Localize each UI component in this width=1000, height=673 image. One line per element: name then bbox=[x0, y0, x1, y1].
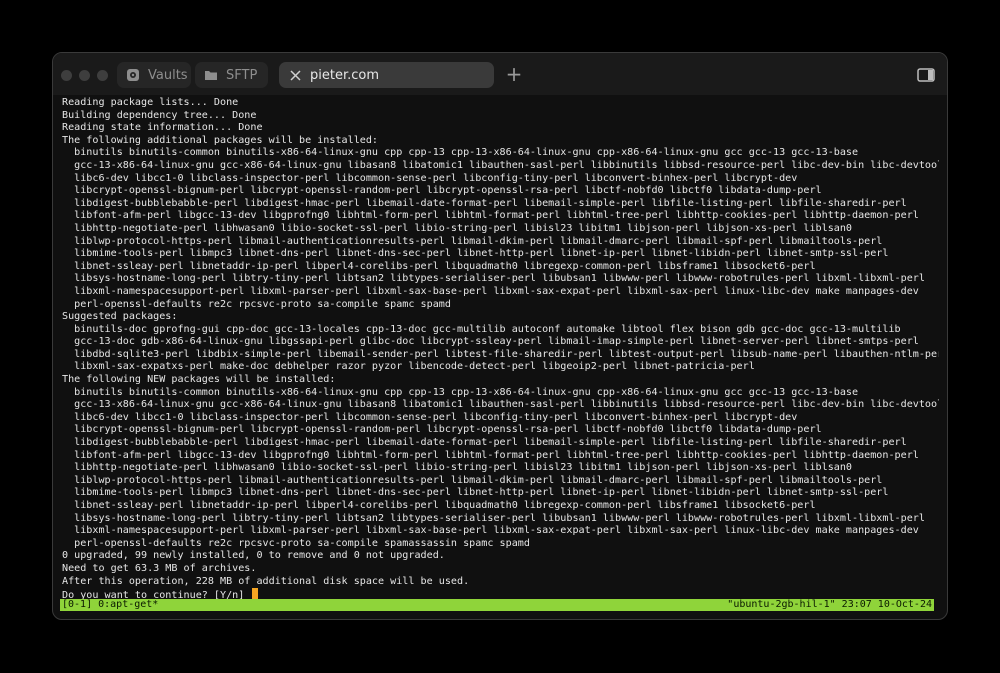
new-tab-button[interactable]: + bbox=[504, 64, 524, 84]
terminal-line: Reading state information... Done bbox=[62, 122, 263, 134]
tab-vaults[interactable]: Vaults bbox=[117, 62, 191, 88]
tab-label: pieter.com bbox=[310, 67, 380, 83]
terminal-line: libfont-afm-perl libgcc-13-dev libgprofn… bbox=[62, 210, 919, 222]
terminal-line: libxml-namespacesupport-perl libxml-pars… bbox=[62, 525, 919, 537]
terminal-line: The following NEW packages will be insta… bbox=[62, 374, 336, 386]
terminal-line: libmime-tools-perl libmpc3 libnet-dns-pe… bbox=[62, 487, 889, 499]
terminal-line: After this operation, 228 MB of addition… bbox=[62, 575, 470, 587]
terminal-line: Suggested packages: bbox=[62, 311, 178, 323]
terminal-line: binutils binutils-common binutils-x86-64… bbox=[62, 386, 859, 398]
status-right: "ubuntu-2gb-hil-1" 23:07 10-Oct-24 bbox=[727, 599, 932, 610]
sidebar-toggle-icon[interactable] bbox=[917, 67, 935, 83]
terminal-line: gcc-13-x86-64-linux-gnu gcc-x86-64-linux… bbox=[62, 159, 939, 171]
vault-icon bbox=[125, 67, 141, 83]
prompt-line: Do you want to continue? [Y/n] bbox=[62, 588, 939, 599]
terminal-line: libnet-ssleay-perl libnetaddr-ip-perl li… bbox=[62, 500, 816, 511]
terminal-line: libhttp-negotiate-perl libhwasan0 libio-… bbox=[62, 222, 853, 234]
title-bar: Vaults SFTP pieter.com + bbox=[53, 53, 947, 95]
terminal-line: libcrypt-openssl-bignum-perl libcrypt-op… bbox=[62, 185, 822, 197]
terminal-line: perl-openssl-defaults re2c rpcsvc-proto … bbox=[62, 298, 451, 310]
minimize-window-button[interactable] bbox=[79, 70, 90, 81]
terminal-line: libxml-namespacesupport-perl libxml-pars… bbox=[62, 285, 919, 297]
prompt-text: Do you want to continue? [Y/n] bbox=[62, 590, 251, 599]
terminal-line: libsys-hostname-long-perl libtry-tiny-pe… bbox=[62, 512, 925, 524]
terminal-line: libxml-sax-expatxs-perl make-doc debhelp… bbox=[62, 361, 755, 373]
terminal-line: gcc-13-doc gdb-x86-64-linux-gnu libgssap… bbox=[62, 336, 919, 348]
tab-label: Vaults bbox=[148, 67, 188, 83]
terminal-window: Vaults SFTP pieter.com + Reading package… bbox=[52, 52, 948, 620]
terminal-line: libhttp-negotiate-perl libhwasan0 libio-… bbox=[62, 462, 853, 474]
terminal-line: Building dependency tree... Done bbox=[62, 109, 257, 121]
terminal-line: The following additional packages will b… bbox=[62, 134, 379, 146]
terminal-line: libc6-dev libcc1-0 libclass-inspector-pe… bbox=[62, 172, 798, 184]
terminal-line: libdigest-bubblebabble-perl libdigest-hm… bbox=[62, 437, 907, 449]
terminal-line: libcrypt-openssl-bignum-perl libcrypt-op… bbox=[62, 424, 822, 436]
tab-sftp[interactable]: SFTP bbox=[195, 62, 268, 88]
terminal-line: perl-openssl-defaults re2c rpcsvc-proto … bbox=[62, 537, 530, 549]
terminal-line: libnet-ssleay-perl libnetaddr-ip-perl li… bbox=[62, 260, 816, 272]
terminal-line: Need to get 63.3 MB of archives. bbox=[62, 562, 257, 574]
tab-label: SFTP bbox=[226, 67, 258, 83]
terminal-line: libmime-tools-perl libmpc3 libnet-dns-pe… bbox=[62, 248, 889, 260]
text-cursor bbox=[252, 588, 259, 599]
terminal-line: libc6-dev libcc1-0 libclass-inspector-pe… bbox=[62, 411, 798, 423]
terminal-line: 0 upgraded, 99 newly installed, 0 to rem… bbox=[62, 550, 445, 562]
terminal-line: libsys-hostname-long-perl libtry-tiny-pe… bbox=[62, 273, 925, 285]
terminal-line: Reading package lists... Done bbox=[62, 97, 239, 108]
folder-icon bbox=[203, 67, 219, 83]
terminal-line: libdbd-sqlite3-perl libdbix-simple-perl … bbox=[62, 348, 939, 360]
terminal-line: binutils-doc gprofng-gui cpp-doc gcc-13-… bbox=[62, 323, 901, 335]
tmux-status-bar: [0-1] 0:apt-get* "ubuntu-2gb-hil-1" 23:0… bbox=[60, 599, 934, 611]
maximize-window-button[interactable] bbox=[97, 70, 108, 81]
tab-pieter-com[interactable]: pieter.com bbox=[279, 62, 494, 88]
terminal-output[interactable]: Reading package lists... Done Building de… bbox=[62, 97, 939, 599]
terminal-line: gcc-13-x86-64-linux-gnu gcc-x86-64-linux… bbox=[62, 399, 939, 411]
close-icon[interactable] bbox=[287, 67, 303, 83]
terminal-line: libdigest-bubblebabble-perl libdigest-hm… bbox=[62, 197, 907, 209]
terminal-line: liblwp-protocol-https-perl libmail-authe… bbox=[62, 474, 883, 486]
status-left: [0-1] 0:apt-get* bbox=[62, 599, 159, 610]
close-window-button[interactable] bbox=[61, 70, 72, 81]
terminal-line: binutils binutils-common binutils-x86-64… bbox=[62, 147, 859, 159]
terminal-line: libfont-afm-perl libgcc-13-dev libgprofn… bbox=[62, 449, 919, 461]
terminal-line: liblwp-protocol-https-perl libmail-authe… bbox=[62, 235, 883, 247]
